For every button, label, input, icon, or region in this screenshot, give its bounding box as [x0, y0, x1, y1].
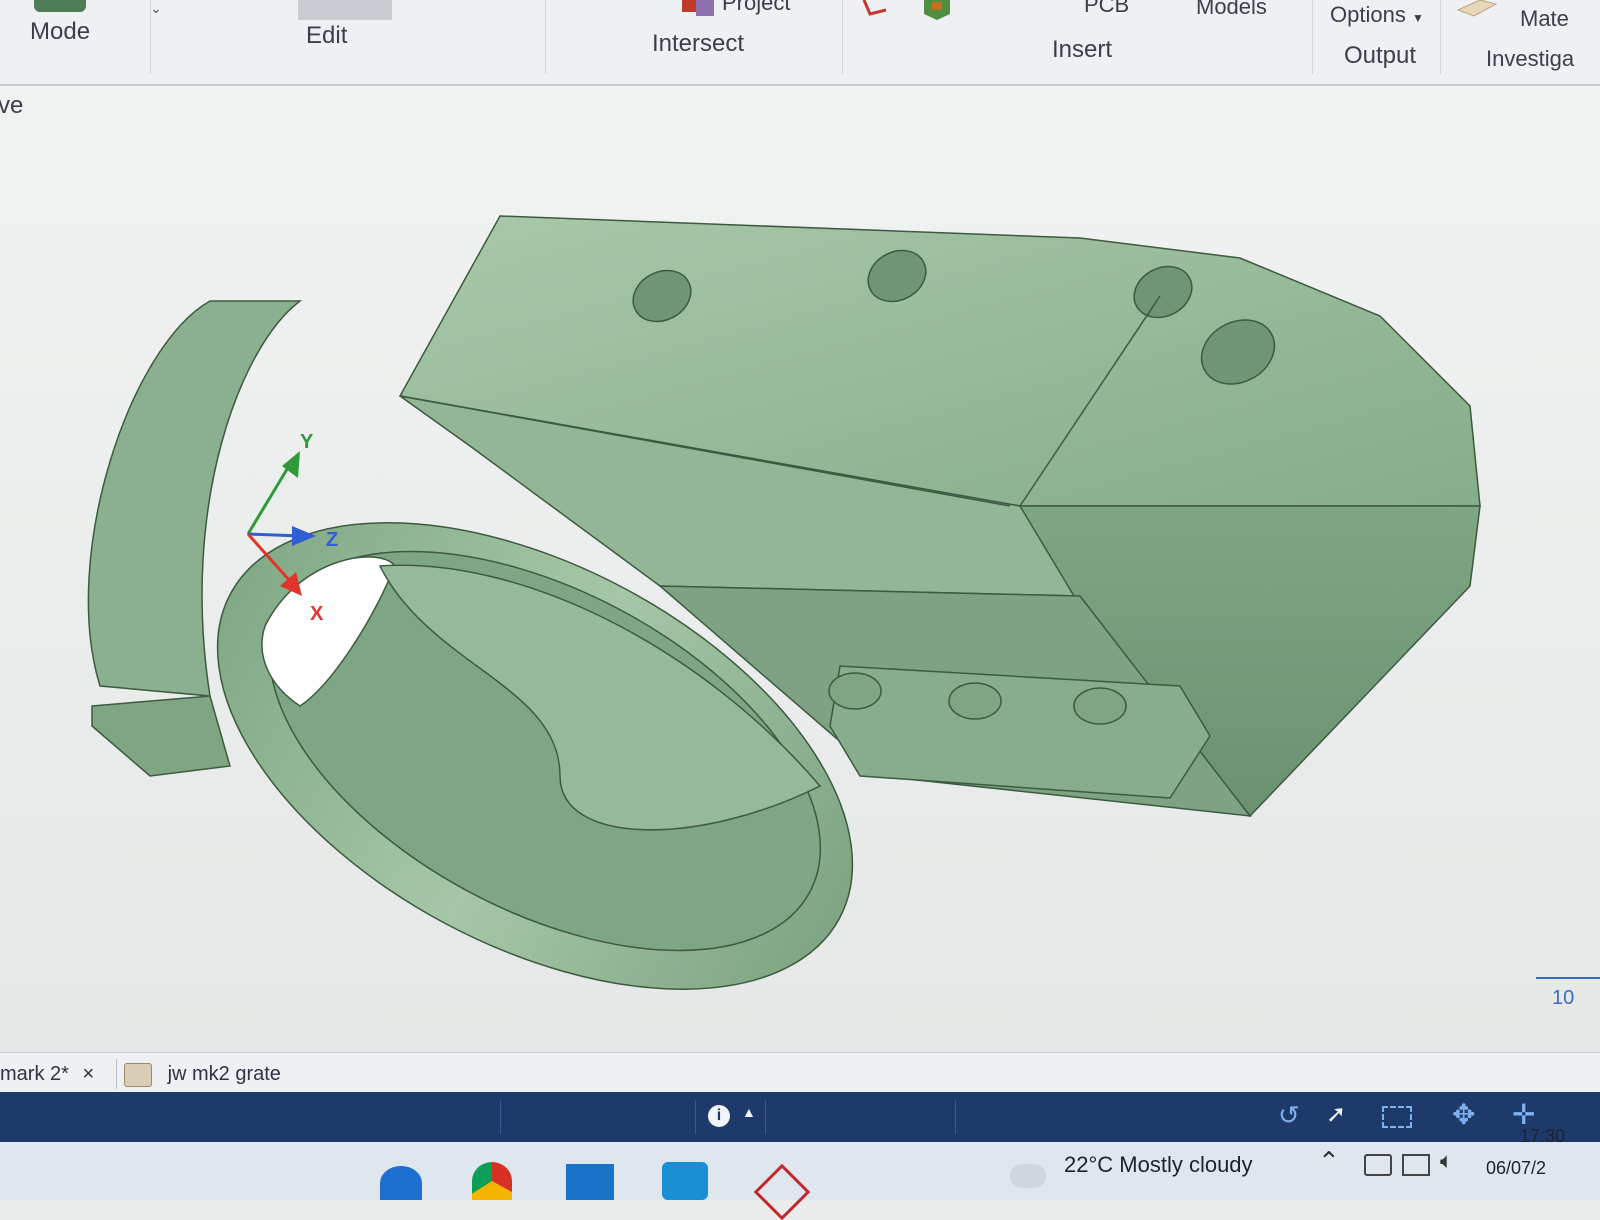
tab-mark-2[interactable]: mark 2* ×: [0, 1059, 117, 1089]
chrome-icon[interactable]: [472, 1162, 512, 1200]
tab-label: jw mk2 grate: [167, 1063, 281, 1085]
undo-select-icon[interactable]: ↺: [1278, 1100, 1300, 1131]
status-divider: [500, 1100, 501, 1134]
grate-model[interactable]: [87, 215, 1481, 1052]
ribbon-group-edit[interactable]: Edit: [306, 22, 347, 50]
app-icon-blue[interactable]: [380, 1166, 422, 1200]
document-tabs: mark 2* × jw mk2 grate: [0, 1052, 1600, 1093]
tab-jw-mk2-grate[interactable]: jw mk2 grate: [124, 1059, 281, 1089]
materials-button[interactable]: Mate: [1520, 6, 1569, 32]
network-icon[interactable]: [1402, 1154, 1430, 1176]
box-app-icon[interactable]: [753, 1163, 811, 1220]
y-axis-label: Y: [300, 431, 314, 453]
weather-status[interactable]: 22°C Mostly cloudy: [1064, 1152, 1253, 1178]
ribbon-group-intersect[interactable]: Intersect: [652, 30, 744, 58]
model-counterbore-3: [1073, 687, 1127, 725]
model-counterbore-1: [828, 672, 882, 710]
pcb-button[interactable]: PCB: [1084, 0, 1129, 18]
ribbon-separator: [1312, 0, 1313, 74]
chevron-up-icon[interactable]: ▲: [742, 1104, 756, 1120]
project-icon[interactable]: [680, 0, 718, 20]
chevron-up-icon[interactable]: ⌃: [1318, 1146, 1340, 1177]
options-label: Options: [1330, 2, 1406, 27]
ribbon-separator: [545, 0, 546, 74]
weather-icon: [1010, 1164, 1046, 1188]
x-axis-label: X: [310, 603, 324, 625]
info-icon[interactable]: i: [708, 1105, 730, 1127]
sketch-tool-icon[interactable]: [860, 0, 890, 20]
ribbon-toolbar: Mode Edit ⌄ Project Intersect PCB Models…: [0, 0, 1600, 86]
materials-icon[interactable]: [1456, 0, 1500, 20]
volume-icon[interactable]: 🔈︎: [1440, 1148, 1453, 1174]
meet-now-icon[interactable]: [1364, 1154, 1392, 1176]
z-axis-label: Z: [326, 529, 338, 551]
models-button[interactable]: Models: [1196, 0, 1267, 20]
scale-bar-label: 10: [1552, 987, 1574, 1009]
clock-time[interactable]: 17:30: [1520, 1126, 1565, 1147]
status-divider: [765, 1100, 766, 1134]
status-bar: i ▲ ↺ ➚ ✥ ✛: [0, 1092, 1600, 1142]
3d-viewport[interactable]: ve Y Z X 10: [0, 86, 1600, 1052]
windows-taskbar: 22°C Mostly cloudy ⌃ 🔈︎ 17:30 06/07/2: [0, 1126, 1600, 1220]
ribbon-group-mode[interactable]: Mode: [30, 18, 90, 46]
close-icon[interactable]: ×: [82, 1063, 94, 1085]
pointer-icon[interactable]: ➚: [1326, 1100, 1346, 1129]
cad-app-icon[interactable]: [662, 1162, 708, 1200]
model-counterbore-2: [948, 682, 1002, 720]
project-button[interactable]: Project: [722, 0, 790, 16]
ribbon-group-insert[interactable]: Insert: [1052, 36, 1112, 64]
clock-date[interactable]: 06/07/2: [1486, 1158, 1546, 1179]
edit-tool-icon[interactable]: [298, 0, 392, 20]
document-icon: [124, 1062, 152, 1087]
status-divider: [955, 1100, 956, 1134]
chevron-down-icon[interactable]: ⌄: [150, 0, 162, 17]
mail-icon[interactable]: [566, 1164, 614, 1200]
model-left-base: [91, 695, 231, 777]
chevron-down-icon: ▼: [1411, 11, 1424, 25]
mode-icon[interactable]: [34, 0, 86, 12]
options-dropdown[interactable]: Options ▼: [1330, 2, 1424, 28]
ribbon-separator: [842, 0, 843, 74]
model-canvas[interactable]: Y Z X 10: [0, 86, 1600, 1052]
move-icon[interactable]: ✥: [1452, 1098, 1475, 1131]
ribbon-group-investigate[interactable]: Investiga: [1486, 46, 1574, 72]
ribbon-separator: [1440, 0, 1441, 74]
tab-label: mark 2*: [0, 1063, 69, 1085]
selection-box-icon[interactable]: [1382, 1106, 1412, 1128]
model-mounting-flange: [829, 665, 1211, 799]
ribbon-group-output[interactable]: Output: [1344, 42, 1416, 70]
component-icon[interactable]: [920, 0, 954, 22]
status-divider: [695, 1100, 696, 1134]
